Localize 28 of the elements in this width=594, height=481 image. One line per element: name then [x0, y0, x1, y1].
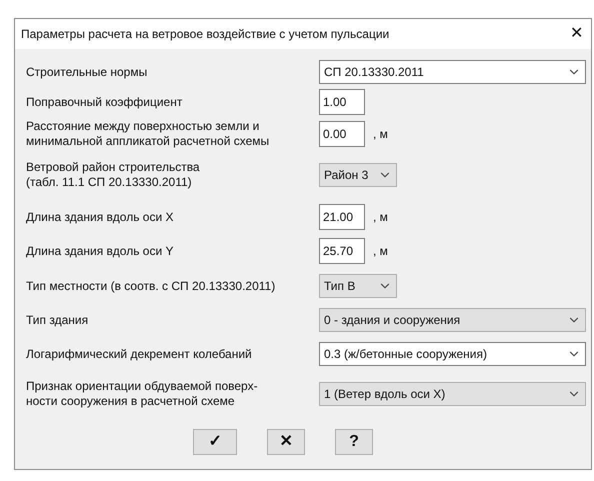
help-button[interactable]: ? — [335, 429, 373, 455]
number-field[interactable]: 21.00 — [319, 204, 365, 230]
field-label: Расстояние между поверхностью земли и минимальной аппликатой расчетной схемы — [26, 119, 270, 149]
dropdown[interactable]: Район 3 — [319, 163, 397, 187]
dropdown[interactable]: 1 (Ветер вдоль оси X) — [319, 382, 586, 406]
dropdown[interactable]: Тип В — [319, 274, 397, 298]
field-label: Длина здания вдоль оси Y — [26, 244, 174, 258]
unit-label: , м — [373, 126, 388, 143]
unit-label: , м — [373, 243, 388, 260]
field-label: Длина здания вдоль оси X — [26, 210, 174, 224]
number-field[interactable]: 25.70 — [319, 238, 365, 264]
field-label: Тип местности (в соотв. с СП 20.13330.2011) — [26, 278, 276, 294]
number-field[interactable]: 0.00 — [319, 121, 365, 147]
dropdown[interactable]: 0.3 (ж/бетонные сооружения) — [319, 342, 586, 366]
dropdown[interactable]: СП 20.13330.2011 — [319, 60, 586, 84]
field-label: Поправочный коэффициент — [26, 94, 184, 110]
dropdown[interactable]: 0 - здания и сооружения — [319, 308, 586, 332]
field-label: Тип здания — [26, 312, 90, 328]
cancel-button[interactable]: ✕ — [267, 429, 305, 455]
close-button[interactable]: ✕ — [568, 26, 585, 42]
window-title: Параметры расчета на ветровое воздействие с учетом пульсации — [21, 26, 390, 43]
unit-label: , м — [373, 209, 388, 226]
field-label: Строительные нормы — [26, 64, 148, 80]
field-label: Признак ориентации обдуваемой поверх- ности сооружения в расчетной схеме — [26, 379, 259, 409]
number-field[interactable]: 1.00 — [319, 89, 365, 115]
field-label: Логарифмический декремент колебаний — [26, 346, 253, 362]
field-label: Ветровой район строительства (табл. 11.1 СП 20.13330.2011) — [26, 160, 201, 190]
ok-button[interactable]: ✓ — [193, 429, 237, 455]
